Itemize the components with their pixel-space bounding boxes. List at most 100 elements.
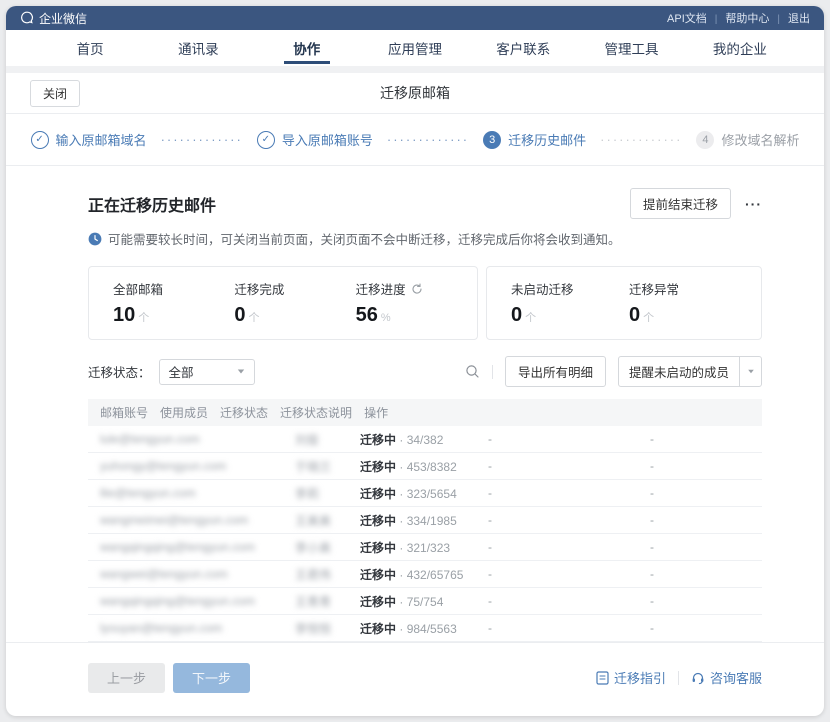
status-progress: 323/5654 — [396, 487, 457, 501]
export-details-button[interactable]: 导出所有明细 — [505, 356, 606, 387]
status-desc-cell: - — [476, 621, 638, 635]
column-header: 迁移状态 — [208, 404, 268, 421]
nav-divider — [6, 66, 824, 73]
prev-step-button[interactable]: 上一步 — [88, 663, 165, 693]
app-window: 企业微信 API文档帮助中心退出 首页通讯录协作应用管理客户联系管理工具我的企业… — [6, 6, 824, 716]
more-menu-button[interactable]: ··· — [745, 196, 762, 212]
member-cell: 李莉 — [283, 485, 348, 502]
nav-tab[interactable]: 客户联系 — [469, 30, 577, 66]
status-desc-cell: - — [476, 513, 638, 527]
status-text: 迁移中 — [360, 595, 396, 609]
stat: 迁移进度 56% — [356, 279, 477, 327]
page-title: 迁移原邮箱 — [6, 83, 824, 103]
status-cell: 迁移中453/8382 — [348, 458, 476, 475]
brand: 企业微信 — [20, 10, 87, 27]
table-body: lule@tengyun.com 刘俊 迁移中34/382 - - yuhong… — [88, 426, 762, 642]
step-circle — [257, 131, 275, 149]
status-progress: 334/1985 — [396, 514, 457, 528]
topbar-links: API文档帮助中心退出 — [667, 10, 810, 26]
action-cell: - — [638, 567, 762, 581]
email-cell: lule@tengyun.com — [88, 432, 283, 446]
status-progress: 453/8382 — [396, 460, 457, 474]
email-cell: wangmeimei@tengyun.com — [88, 513, 283, 527]
clock-icon — [88, 232, 102, 246]
stat: 未启动迁移 0个 — [511, 279, 629, 327]
step-circle: 3 — [483, 131, 501, 149]
email-cell: wangqingqing@tengyun.com — [88, 540, 283, 554]
table-row: yuhongy@tengyun.com 于晓兰 迁移中453/8382 - - — [88, 453, 762, 480]
notice: 可能需要较长时间，可关闭当前页面，关闭页面不会中断迁移，迁移完成后你将会收到通知… — [88, 229, 762, 248]
member-cell: 李悦悦 — [283, 620, 348, 637]
table-row: lule@tengyun.com 刘俊 迁移中34/382 - - — [88, 426, 762, 453]
member-cell: 王君伟 — [283, 566, 348, 583]
status-progress: 984/5563 — [396, 622, 457, 636]
member-cell: 刘俊 — [283, 431, 348, 448]
email-cell: wangwei@tengyun.com — [88, 567, 283, 581]
step-label: 输入原邮箱域名 — [56, 130, 147, 149]
nav-tab[interactable]: 首页 — [36, 30, 144, 66]
topbar: 企业微信 API文档帮助中心退出 — [6, 6, 824, 30]
notice-text: 可能需要较长时间，可关闭当前页面，关闭页面不会中断迁移，迁移完成后你将会收到通知… — [108, 229, 621, 248]
document-icon — [596, 671, 609, 685]
stat-unit: 个 — [643, 312, 654, 324]
stat-unit: 个 — [138, 312, 149, 324]
topbar-link[interactable]: API文档 — [667, 10, 707, 26]
end-migration-button[interactable]: 提前结束迁移 — [630, 188, 731, 219]
member-cell: 于晓兰 — [283, 458, 348, 475]
step-circle — [31, 131, 49, 149]
status-progress: 432/65765 — [396, 568, 463, 582]
status-cell: 迁移中432/65765 — [348, 566, 476, 583]
stat-value: 0 — [234, 304, 245, 326]
main-nav: 首页通讯录协作应用管理客户联系管理工具我的企业 — [6, 30, 824, 66]
action-cell: - — [638, 540, 762, 554]
table-row: lyouyan@tengyun.com 李悦悦 迁移中984/5563 - - — [88, 615, 762, 642]
nav-tab[interactable]: 协作 — [253, 30, 361, 66]
action-cell: - — [638, 513, 762, 527]
nav-tab[interactable]: 应用管理 — [361, 30, 469, 66]
status-desc-cell: - — [476, 540, 638, 554]
stat-label: 迁移完成 — [234, 279, 284, 298]
chevron-down-icon — [748, 370, 754, 374]
step-item: 输入原邮箱域名 — [31, 130, 147, 149]
contact-support-link[interactable]: 咨询客服 — [691, 668, 762, 687]
stat: 迁移完成 0个 — [234, 279, 355, 327]
stat: 迁移异常 0个 — [629, 279, 747, 327]
stat-unit: % — [381, 312, 391, 324]
stat-label: 迁移异常 — [629, 279, 679, 298]
remind-dropdown-toggle[interactable] — [739, 357, 761, 386]
status-desc-cell: - — [476, 432, 638, 446]
topbar-link[interactable]: 帮助中心 — [707, 10, 770, 26]
nav-tab[interactable]: 管理工具 — [577, 30, 685, 66]
wechat-work-logo-icon — [20, 11, 34, 25]
section-title: 正在迁移历史邮件 — [88, 192, 216, 216]
brand-label: 企业微信 — [39, 10, 87, 27]
refresh-icon[interactable] — [411, 283, 423, 295]
topbar-link[interactable]: 退出 — [769, 10, 810, 26]
filter-label: 迁移状态： — [88, 362, 151, 381]
email-cell: llie@tengyun.com — [88, 486, 283, 500]
migration-guide-link[interactable]: 迁移指引 — [596, 668, 666, 687]
step-separator — [161, 133, 243, 146]
search-icon[interactable] — [465, 364, 480, 379]
stat-label: 未启动迁移 — [511, 279, 574, 298]
status-cell: 迁移中334/1985 — [348, 512, 476, 529]
status-text: 迁移中 — [360, 568, 396, 582]
nav-tab[interactable]: 通讯录 — [144, 30, 252, 66]
step-label: 导入原邮箱账号 — [282, 130, 373, 149]
status-desc-cell: - — [476, 594, 638, 608]
action-cell: - — [638, 432, 762, 446]
action-cell: - — [638, 459, 762, 473]
step-separator — [600, 133, 682, 146]
step-label: 迁移历史邮件 — [508, 130, 586, 149]
step-item: 3 迁移历史邮件 — [373, 130, 586, 149]
stat-value: 0 — [629, 304, 640, 326]
status-filter-select[interactable]: 全部 — [159, 359, 255, 385]
nav-tab[interactable]: 我的企业 — [686, 30, 794, 66]
status-text: 迁移中 — [360, 541, 396, 555]
step-indicator: 输入原邮箱域名 导入原邮箱账号 3 迁移历史邮件 4 修改域名解析 — [6, 114, 824, 166]
stat: 全部邮箱 10个 — [113, 279, 234, 327]
step-separator — [387, 133, 469, 146]
column-header: 使用成员 — [148, 404, 208, 421]
remind-members-button[interactable]: 提醒未启动的成员 — [618, 356, 762, 387]
next-step-button[interactable]: 下一步 — [173, 663, 250, 693]
